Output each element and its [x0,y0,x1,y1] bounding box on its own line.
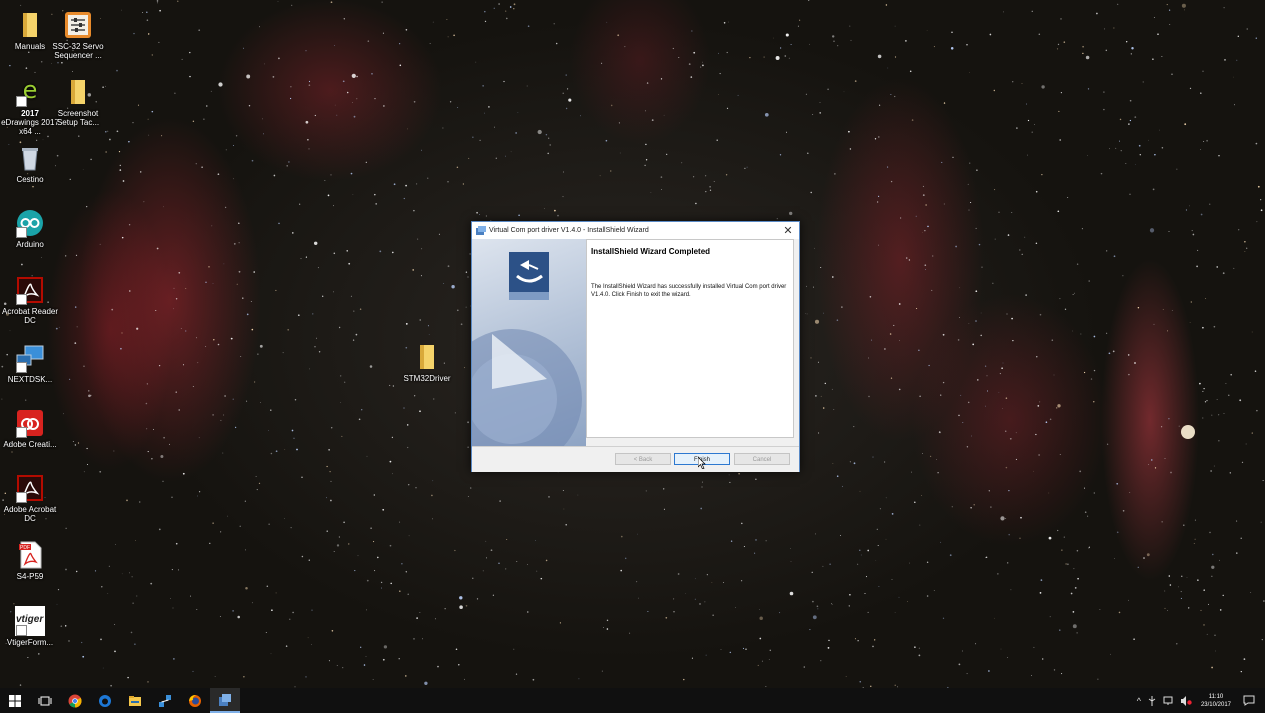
installshield-wizard-dialog: Virtual Com port driver V1.4.0 - Install… [471,221,800,472]
desktop-icon-label: VtigerForm... [6,638,54,647]
shortcut-arrow-icon [16,362,27,373]
network-app-icon [159,694,171,707]
desktop-icon-label: Adobe Creati... [3,440,57,449]
taskbar: ^ 11:10 23/10/2017 [0,688,1265,713]
start-button[interactable] [0,688,30,713]
chrome-icon [68,694,82,707]
desktop-icon-stm32driver[interactable]: STM32Driver [397,342,457,383]
desktop-icon-ssc32[interactable]: SSC-32 Servo Sequencer ... [48,10,108,60]
recycle-bin-icon [15,143,45,173]
desktop-icon-adobe-creative-cloud[interactable]: Adobe Creati... [0,408,60,449]
dialog-title: Virtual Com port driver V1.4.0 - Install… [489,227,649,234]
shortcut-arrow-icon [16,227,27,238]
desktop-icon-vtiger[interactable]: vtiger VtigerForm... [0,606,60,647]
desktop-icon-label: Cestino [16,175,44,184]
shortcut-arrow-icon [16,492,27,503]
installshield-graphic [472,252,582,446]
desktop-icon-label: Screenshot Setup Tac... [56,109,100,127]
task-view-icon [38,696,52,705]
taskbar-chrome[interactable] [60,688,90,713]
network-computer-icon [15,343,45,373]
desktop-icon-label: Adobe Acrobat DC [3,505,57,523]
action-center-icon[interactable] [1243,695,1255,706]
desktop-icon-nextdsk[interactable]: NEXTDSK... [0,343,60,384]
desktop-icon-arduino[interactable]: Arduino [0,208,60,249]
desktop-icon-label: Acrobat Reader DC [1,307,59,325]
windows-start-icon [9,694,21,707]
taskbar-network-app[interactable] [150,688,180,713]
arduino-app-icon [15,208,45,238]
usb-icon[interactable] [1147,695,1157,706]
dialog-body: InstallShield Wizard Completed The Insta… [472,239,799,446]
installer-icon [219,693,231,706]
clock-date: 23/10/2017 [1200,701,1231,708]
acrobat-dc-icon [15,473,45,503]
dialog-button-bar: < Back Finish Cancel [472,446,799,472]
desktop-icon-acrobat-dc[interactable]: Adobe Acrobat DC [0,473,60,523]
edrawings-app-icon: e [15,76,45,107]
taskbar-clock[interactable]: 11:10 23/10/2017 [1201,693,1231,709]
wizard-side-banner [472,239,586,446]
desktop-icon-label: NEXTDSK... [7,375,53,384]
acrobat-reader-icon [15,275,45,305]
wizard-content-panel: InstallShield Wizard Completed The Insta… [586,239,794,438]
mouse-cursor-icon [698,457,706,469]
pdf-file-icon: PDF [15,540,45,570]
shortcut-arrow-icon [16,625,27,636]
dialog-titlebar[interactable]: Virtual Com port driver V1.4.0 - Install… [472,222,799,239]
shortcut-arrow-icon [16,96,27,107]
installer-icon [476,225,486,235]
shortcut-arrow-icon [16,294,27,305]
taskbar-edge[interactable] [90,688,120,713]
cancel-button[interactable]: Cancel [734,453,790,465]
servo-sequencer-app-icon [63,10,93,40]
desktop-icon-screenshot-setup[interactable]: Screenshot Setup Tac... [48,77,108,127]
desktop-icon-s4-p59[interactable]: PDF S4-P59 [0,540,60,581]
folder-icon [15,10,45,40]
clock-time: 11:10 [1208,693,1224,700]
desktop-icon-label: Arduino [16,240,44,249]
desktop-icon-label: SSC-32 Servo Sequencer ... [52,42,104,60]
close-button[interactable]: ✕ [777,224,799,237]
taskbar-installer[interactable] [210,688,240,713]
desktop-icon-label: STM32Driver [403,374,451,383]
shortcut-arrow-icon [16,427,27,438]
adobe-creative-cloud-icon [15,408,45,438]
desktop-icon-recycle-bin[interactable]: Cestino [0,143,60,184]
network-icon[interactable] [1163,696,1174,706]
task-view-button[interactable] [30,688,60,713]
taskbar-file-explorer[interactable] [120,688,150,713]
folder-icon [63,77,93,107]
tray-chevron-icon[interactable]: ^ [1137,696,1141,706]
desktop-icon-acrobat-reader[interactable]: Acrobat Reader DC [0,275,60,325]
wizard-message: The InstallShield Wizard has successfull… [591,284,787,298]
vtiger-app-icon: vtiger [15,606,45,636]
system-tray: ^ 11:10 23/10/2017 [1134,688,1265,713]
folder-icon [412,342,442,372]
vtiger-logo-text: vtiger [16,614,44,625]
wizard-heading: InstallShield Wizard Completed [591,247,711,256]
taskbar-firefox[interactable] [180,688,210,713]
back-button[interactable]: < Back [615,453,671,465]
edge-icon [99,694,111,707]
desktop-wallpaper: Manuals SSC-32 Servo Sequencer ... e 201… [0,0,1265,688]
volume-muted-icon[interactable] [1180,695,1192,706]
firefox-icon [189,694,201,707]
pdf-badge: PDF [20,545,30,551]
file-explorer-icon [129,695,141,706]
desktop-icon-label: S4-P59 [16,572,44,581]
